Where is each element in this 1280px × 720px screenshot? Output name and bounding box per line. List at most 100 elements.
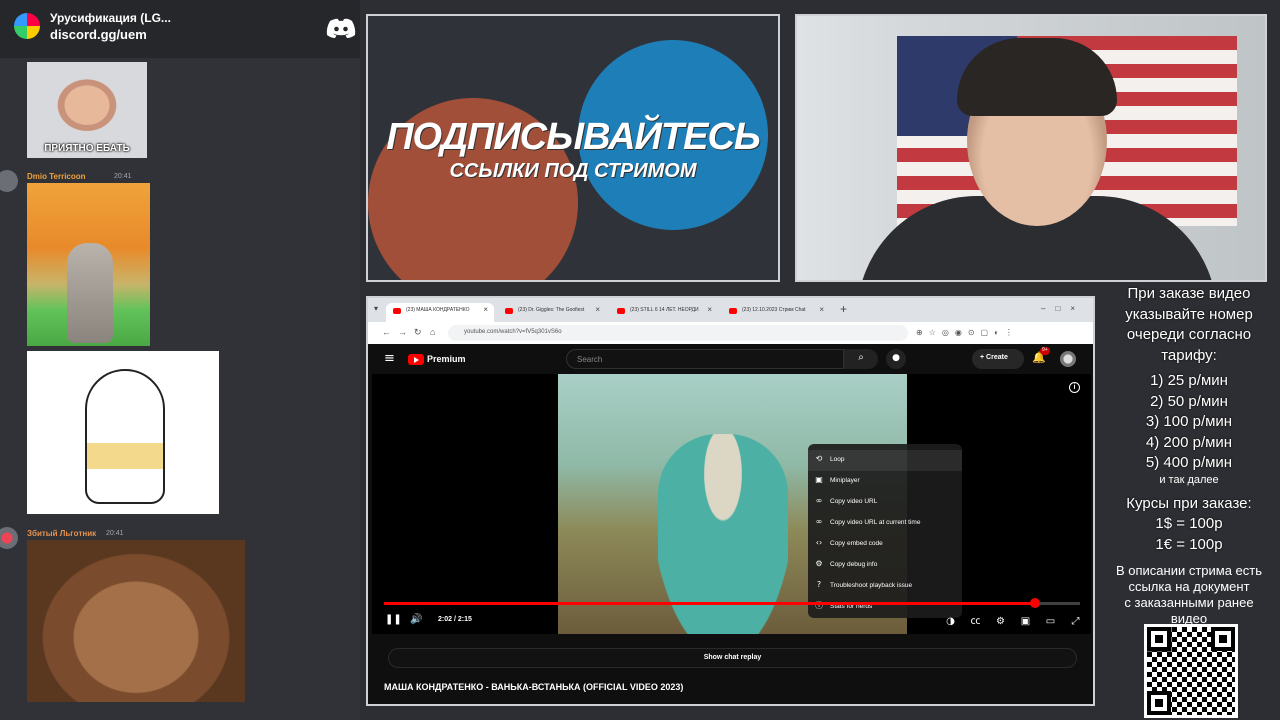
close-tab-icon[interactable]: ×: [483, 305, 488, 314]
chat-image-drawing[interactable]: [27, 351, 219, 514]
youtube-logo-icon[interactable]: [408, 354, 424, 365]
avatar[interactable]: [0, 170, 18, 192]
info-icon[interactable]: i: [1069, 382, 1080, 393]
reload-icon[interactable]: ↻: [414, 327, 422, 338]
miniplayer-icon[interactable]: ▣: [1013, 616, 1038, 627]
tab-title: (23) STILL 6 14 ЛЕТ. НЕОРДИ: [630, 307, 699, 313]
tariffs-more: и так далее: [1159, 473, 1219, 486]
chat-image-bear[interactable]: [27, 540, 245, 702]
browser-tab[interactable]: (23) МАША КОНДРАТЕНКО ×: [386, 303, 494, 322]
microphone-icon[interactable]: ●: [886, 349, 906, 369]
progress-fill: [384, 602, 1036, 605]
menu-item-copy-url-time[interactable]: ∞ Copy video URL at current time: [808, 513, 962, 534]
menu-icon[interactable]: ≡: [384, 351, 395, 366]
youtube-favicon-icon: [729, 308, 737, 314]
account-avatar[interactable]: [1060, 351, 1076, 367]
home-icon[interactable]: ⌂: [430, 327, 435, 337]
tab-title: (23) МАША КОНДРАТЕНКО: [406, 307, 470, 313]
qr-code[interactable]: [1144, 624, 1238, 718]
rates-title: Курсы при заказе:: [1126, 494, 1252, 512]
menu-item-label: Miniplayer: [830, 477, 860, 484]
volume-icon[interactable]: 🔊: [410, 614, 422, 625]
discord-server-header[interactable]: Урусификация (LG... discord.gg/uem: [0, 0, 360, 58]
tariff-line: 5) 400 р/мин: [1145, 454, 1233, 471]
create-label: Create: [986, 354, 1008, 361]
browser-tab[interactable]: (23) Dr. Giggles: The Goofiest ×: [498, 303, 606, 322]
chat-image-meme[interactable]: ПРИЯТНО ЕБАТЬ: [27, 62, 147, 158]
browser-address-bar: ← → ↻ ⌂ youtube.com/watch?v=fV5q301vS6o …: [368, 322, 1093, 344]
autoplay-toggle-icon[interactable]: ◑: [938, 616, 963, 627]
back-icon[interactable]: ←: [382, 327, 391, 337]
menu-item-label: Loop: [830, 456, 845, 463]
progress-scrubber[interactable]: [1030, 598, 1041, 608]
video-title: МАША КОНДРАТЕНКО - ВАНЬКА-ВСТАНЬКА (OFFI…: [384, 682, 684, 692]
gear-icon: ⚙: [815, 559, 823, 568]
menu-item-copy-url[interactable]: ∞ Copy video URL: [808, 492, 962, 513]
player-context-menu: ⟲ Loop ▣ Miniplayer ∞ Copy video URL ∞ C…: [808, 444, 962, 618]
browser-extension-icons[interactable]: ⊕☆◎◉⊙▢◐⋮: [916, 328, 1019, 337]
browser-tab[interactable]: (23) 12.10.2023 Стрим Chat ×: [722, 303, 830, 322]
drawn-figure: [85, 369, 165, 504]
search-input[interactable]: Search: [566, 349, 844, 369]
url-input[interactable]: youtube.com/watch?v=fV5q301vS6o: [448, 325, 908, 341]
screen-share-browser: ▾ (23) МАША КОНДРАТЕНКО × (23) Dr. Giggl…: [366, 296, 1095, 706]
qr-finder: [1147, 627, 1171, 651]
intro-line: При заказе видео: [1127, 285, 1251, 302]
youtube-favicon-icon: [393, 308, 401, 314]
forward-icon[interactable]: →: [398, 327, 407, 337]
video-player[interactable]: i ⟲ Loop ▣ Miniplayer ∞ Copy video URL ∞…: [372, 374, 1091, 634]
server-name: Урусификация (LG...: [50, 11, 171, 25]
close-tab-icon[interactable]: ×: [595, 305, 600, 314]
miniplayer-icon: ▣: [815, 475, 823, 484]
tariff-line: 3) 100 р/мин: [1145, 413, 1233, 430]
intro-line: тарифу:: [1161, 346, 1217, 364]
tab-title: (23) Dr. Giggles: The Goofiest: [518, 307, 585, 313]
browser-tab[interactable]: (23) STILL 6 14 ЛЕТ. НЕОРДИ ×: [610, 303, 718, 322]
new-tab-icon[interactable]: +: [840, 302, 847, 316]
tariff-line: 4) 200 р/мин: [1145, 433, 1233, 451]
menu-item-label: Copy video URL: [830, 498, 878, 505]
captions-icon[interactable]: ㏄: [963, 612, 988, 627]
close-tab-icon[interactable]: ×: [707, 305, 712, 314]
code-icon: ‹›: [815, 538, 823, 547]
search-icon[interactable]: ⌕: [844, 349, 878, 369]
progress-bar[interactable]: [384, 598, 1080, 608]
rat-figure: [67, 243, 113, 343]
menu-item-loop[interactable]: ⟲ Loop: [808, 450, 962, 471]
close-tab-icon[interactable]: ×: [819, 305, 824, 314]
discord-chat-panel: Урусификация (LG... discord.gg/uem ПРИЯТ…: [0, 0, 360, 720]
rate-line: 1€ = 100р: [1155, 535, 1223, 553]
youtube-brand[interactable]: Premium: [427, 354, 466, 364]
menu-item-miniplayer[interactable]: ▣ Miniplayer: [808, 471, 962, 492]
cast-icon[interactable]: ▭: [1038, 616, 1063, 627]
fullscreen-icon[interactable]: ⤢: [1063, 616, 1088, 627]
server-icon: [14, 13, 40, 39]
message-username[interactable]: Збитый Льгoтник: [27, 529, 96, 538]
image-caption: ПРИЯТНО ЕБАТЬ: [44, 143, 130, 154]
menu-item-copy-embed[interactable]: ‹› Copy embed code: [808, 534, 962, 555]
tariff-line: 2) 50 р/мин: [1150, 392, 1228, 410]
show-chat-replay-button[interactable]: Show chat replay: [388, 648, 1077, 668]
notification-badge: 9+: [1040, 347, 1050, 355]
intro-line: очереди согласно: [1126, 326, 1252, 343]
youtube-favicon-icon: [617, 308, 625, 314]
link-icon: ∞: [815, 496, 823, 505]
create-button[interactable]: + Create: [972, 349, 1024, 369]
description-line: с заказанными ранее: [1124, 595, 1254, 610]
settings-gear-icon[interactable]: ⚙: [988, 616, 1013, 627]
menu-item-copy-debug[interactable]: ⚙ Copy debug info: [808, 555, 962, 576]
banner-title: ПОДПИСЫВАЙТЕСЬ: [386, 116, 761, 158]
description-line: В описании стрима есть: [1115, 563, 1263, 578]
message-timestamp: 20:41: [114, 173, 132, 180]
pause-icon[interactable]: ❚❚: [385, 614, 402, 625]
rate-line: 1$ = 100р: [1155, 515, 1223, 532]
server-invite-link[interactable]: discord.gg/uem: [50, 27, 147, 42]
tab-search-icon[interactable]: ▾: [374, 304, 378, 313]
window-controls[interactable]: –□×: [1041, 304, 1085, 313]
chat-image-rat[interactable]: [27, 183, 150, 346]
description-line: ссылка на документ: [1128, 579, 1250, 594]
message-username[interactable]: Dmio Terricoon: [27, 172, 86, 181]
avatar[interactable]: [0, 527, 18, 549]
youtube-favicon-icon: [505, 308, 513, 314]
menu-item-troubleshoot[interactable]: ? Troubleshoot playback issue: [808, 576, 962, 597]
